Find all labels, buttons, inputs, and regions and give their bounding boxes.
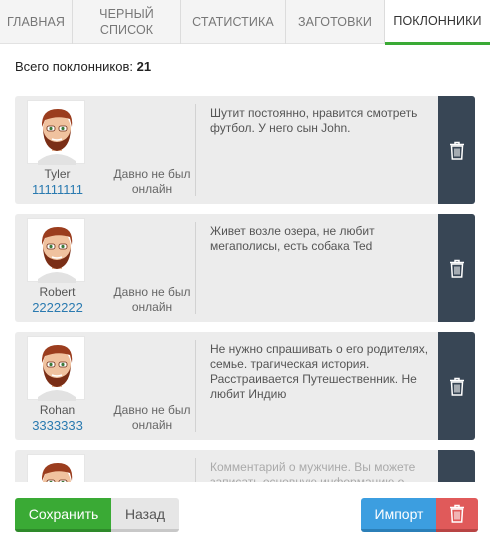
fan-status: Давно не был онлайн <box>113 403 191 432</box>
fan-status: Давно не был онлайн <box>113 167 191 196</box>
fan-phone-link[interactable]: 11111111 <box>15 182 100 197</box>
fan-comment[interactable]: Шутит постоянно, нравится смотреть футбо… <box>210 106 435 136</box>
divider <box>195 104 196 196</box>
tab-bar: Главная Черный список Статистика Заготов… <box>0 0 490 45</box>
fans-total-count: 21 <box>136 59 152 74</box>
tab-statistics[interactable]: Статистика <box>181 0 286 44</box>
fan-name: Rohan <box>39 403 76 417</box>
fans-list[interactable]: Tyler 11111111 Давно не был онлайн Шутит… <box>15 96 475 482</box>
fan-card: Rohan 3333333 Давно не был онлайн Не нуж… <box>15 332 475 440</box>
tab-blacklist[interactable]: Черный список <box>73 0 181 44</box>
fan-comment[interactable]: Не нужно спрашивать о его родителях, сем… <box>210 342 435 402</box>
tab-templates[interactable]: Заготовки <box>286 0 385 44</box>
tab-fans[interactable]: Поклонники <box>385 0 490 45</box>
footer-toolbar: Сохранить Назад Импорт <box>0 484 490 539</box>
fan-comment[interactable]: Живет возле озера, не любит мегаполисы, … <box>210 224 435 254</box>
trash-icon <box>449 141 464 160</box>
divider <box>195 222 196 314</box>
tab-main[interactable]: Главная <box>0 0 73 44</box>
delete-fan-button[interactable] <box>438 214 475 322</box>
male-avatar-icon <box>27 100 85 165</box>
male-avatar-icon <box>27 336 85 401</box>
male-avatar-icon <box>27 218 85 283</box>
fan-name: Robert <box>39 285 76 299</box>
divider <box>195 458 196 482</box>
fans-total: Всего поклонников: 21 <box>15 59 151 74</box>
male-avatar-icon <box>27 454 85 482</box>
trash-icon <box>449 377 464 396</box>
fan-phone-link[interactable]: 3333333 <box>15 418 100 433</box>
divider <box>195 340 196 432</box>
fans-total-label: Всего поклонников: <box>15 59 133 74</box>
import-button[interactable]: Импорт <box>361 498 437 532</box>
fan-card: Robert 2222222 Давно не был онлайн Живет… <box>15 214 475 322</box>
trash-icon <box>450 504 464 523</box>
delete-all-button[interactable] <box>436 498 478 532</box>
fan-phone-link[interactable]: 2222222 <box>15 300 100 315</box>
delete-fan-button[interactable] <box>438 450 475 482</box>
fan-status: Давно не был онлайн <box>113 285 191 314</box>
save-button[interactable]: Сохранить <box>15 498 112 532</box>
back-button[interactable]: Назад <box>111 498 179 532</box>
delete-fan-button[interactable] <box>438 332 475 440</box>
fan-comment-input[interactable]: Комментарий о мужчине. Вы можете записат… <box>210 460 435 482</box>
trash-icon <box>449 259 464 278</box>
fan-card-new: Комментарий о мужчине. Вы можете записат… <box>15 450 475 482</box>
fan-name: Tyler <box>44 167 71 181</box>
delete-fan-button[interactable] <box>438 96 475 204</box>
fan-card: Tyler 11111111 Давно не был онлайн Шутит… <box>15 96 475 204</box>
